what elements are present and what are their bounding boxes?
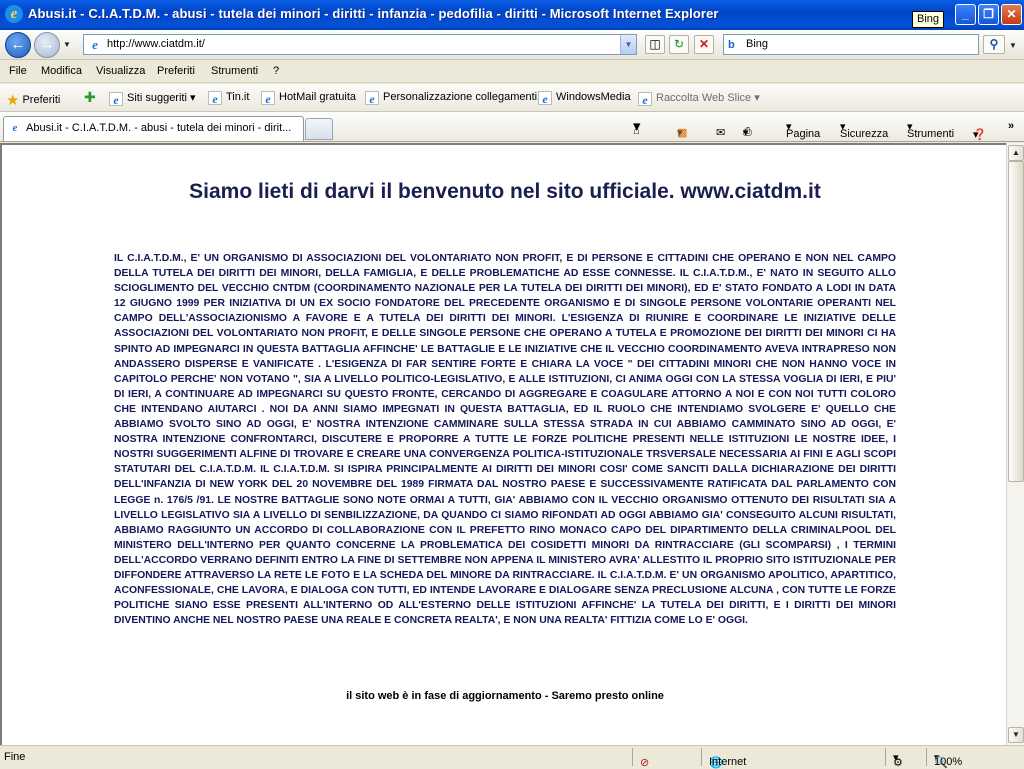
body-paragraph: IL C.I.A.T.D.M., E' UN ORGANISMO DI ASSO… [114, 253, 896, 627]
ie-page-icon: e [208, 91, 222, 106]
favorite-label: Siti suggeriti [127, 92, 187, 104]
update-notice: il sito web è in fase di aggiornamento -… [346, 690, 664, 702]
tooltip: Bing [912, 11, 945, 28]
favorites-bar: ★ Preferiti ✚ e Siti suggeriti ▾ e Tin.it e… [0, 84, 1024, 112]
home-button[interactable]: ⌂ ▾ [633, 117, 641, 137]
back-button[interactable]: ← [5, 32, 31, 58]
page-icon: e [92, 37, 98, 52]
new-tab-button[interactable] [305, 118, 333, 140]
favorite-windowsmedia[interactable]: e WindowsMedia [538, 91, 631, 106]
menu-modifica[interactable]: Modifica [41, 65, 82, 77]
address-dropdown-button[interactable]: ▼ [620, 35, 636, 54]
ie-page-icon: e [365, 91, 379, 106]
refresh-button[interactable]: ↻ [669, 35, 689, 54]
close-button[interactable]: ✕ [1001, 4, 1022, 25]
menu-preferiti[interactable]: Preferiti [157, 65, 195, 77]
status-divider [885, 748, 886, 766]
recent-pages-dropdown-icon[interactable]: ▼ [63, 40, 71, 49]
search-button[interactable]: ⚲ [983, 35, 1005, 54]
scroll-down-button[interactable]: ▼ [1008, 727, 1024, 743]
address-toolbar: ← → ▼ e http://www.ciatdm.it/ ▼ ◫ ↻ ✕ b … [0, 30, 1024, 60]
favorite-siti-suggeriti[interactable]: e Siti suggeriti ▾ [109, 91, 196, 107]
menu-bar: File Modifica Visualizza Preferiti Strum… [0, 61, 1024, 83]
web-slice-icon: e [638, 92, 652, 107]
vertical-scrollbar[interactable]: ▲ ▼ [1006, 143, 1024, 745]
tab-title: Abusi.it - C.I.A.T.D.M. - abusi - tutela… [26, 122, 292, 134]
window-titlebar: e Abusi.it - C.I.A.T.D.M. - abusi - tute… [0, 0, 1024, 30]
stop-button[interactable]: ✕ [694, 35, 714, 54]
search-options-dropdown-icon[interactable]: ▼ [1009, 41, 1017, 50]
favorite-tin-it[interactable]: e Tin.it [208, 91, 250, 106]
safety-menu-label: Sicurezza [840, 128, 889, 140]
status-bar: Fine ⊘ 🌐 Internet ⚙ ▾ 🔍 100% ▾ [0, 745, 1024, 769]
menu-file[interactable]: File [9, 65, 27, 77]
page-menu-button[interactable]: Pagina ▾ [786, 120, 820, 140]
protected-mode-button[interactable]: ⚙ ▾ [893, 751, 903, 769]
forward-arrow-icon: → [39, 36, 55, 53]
tools-menu-label: Strumenti [907, 128, 955, 140]
refresh-icon: ↻ [673, 37, 685, 51]
minimize-button[interactable]: _ [955, 4, 976, 25]
page-content: Siamo lieti di darvi il benvenuto nel si… [0, 143, 1006, 745]
toolbar-overflow-button[interactable]: » [1008, 120, 1014, 132]
tab-active[interactable]: e Abusi.it - C.I.A.T.D.M. - abusi - tute… [3, 116, 304, 141]
compatibility-icon: ◫ [649, 37, 661, 51]
ie-page-icon: e [261, 91, 275, 106]
favorite-web-slice-gallery[interactable]: e Raccolta Web Slice ▾ [638, 91, 760, 107]
tab-bar: e Abusi.it - C.I.A.T.D.M. - abusi - tute… [0, 112, 1024, 142]
privacy-icon: ⊘ [640, 757, 650, 769]
status-text: Fine [4, 751, 26, 763]
search-icon: ⚲ [989, 37, 999, 51]
favorite-personalizzazione[interactable]: e Personalizzazione collegamenti [365, 91, 538, 106]
status-divider [926, 748, 927, 766]
tools-menu-button[interactable]: Strumenti ▾ [907, 120, 954, 140]
search-placeholder: Bing [746, 38, 769, 50]
favorite-label: Personalizzazione collegamenti [383, 91, 538, 103]
forward-button[interactable]: → [34, 32, 60, 58]
status-divider [632, 748, 633, 766]
internet-explorer-icon: e [5, 5, 23, 23]
ie-page-icon: e [538, 91, 552, 106]
bing-logo-icon: b [728, 39, 735, 51]
favorite-label: Tin.it [226, 91, 250, 103]
stop-icon: ✕ [698, 37, 710, 51]
favorite-label: HotMail gratuita [279, 91, 357, 103]
scroll-thumb[interactable] [1008, 161, 1024, 482]
protected-mode-icon: ⚙ [893, 757, 903, 769]
maximize-button[interactable]: ❐ [978, 4, 999, 25]
favorite-hotmail[interactable]: e HotMail gratuita [261, 91, 357, 106]
home-icon: ⌂ [633, 125, 640, 137]
favorites-label: Preferiti [22, 94, 61, 106]
zone-label: Internet [709, 756, 747, 768]
menu-visualizza[interactable]: Visualizza [96, 65, 145, 77]
favorites-button[interactable]: ★ Preferiti [6, 91, 60, 109]
address-url: http://www.ciatdm.it/ [107, 38, 205, 50]
window-title: Abusi.it - C.I.A.T.D.M. - abusi - tutela… [28, 6, 719, 21]
add-to-favorites-button[interactable]: ✚ [84, 89, 96, 106]
star-icon: ★ [6, 92, 20, 109]
compatibility-view-button[interactable]: ◫ [645, 35, 665, 54]
address-input[interactable]: e http://www.ciatdm.it/ ▼ [83, 34, 637, 55]
menu-strumenti[interactable]: Strumenti [211, 65, 258, 77]
favorite-label: WindowsMedia [556, 91, 631, 103]
menu-help[interactable]: ? [273, 65, 279, 77]
ie-page-icon: e [109, 92, 123, 107]
zoom-level: 100% [934, 756, 963, 768]
ie-page-icon: e [12, 122, 18, 134]
page-menu-label: Pagina [786, 128, 821, 140]
add-favorite-icon: ✚ [84, 89, 96, 105]
favorite-label: Raccolta Web Slice [656, 92, 752, 104]
search-input[interactable]: b Bing [723, 34, 979, 55]
status-divider [701, 748, 702, 766]
zoom-button[interactable]: 🔍 100% ▾ [934, 751, 962, 769]
mail-icon: ✉ [716, 127, 726, 139]
back-arrow-icon: ← [10, 36, 26, 53]
scroll-up-button[interactable]: ▲ [1008, 145, 1024, 161]
page-heading: Siamo lieti di darvi il benvenuto nel si… [189, 180, 821, 203]
safety-menu-button[interactable]: Sicurezza ▾ [840, 120, 888, 140]
